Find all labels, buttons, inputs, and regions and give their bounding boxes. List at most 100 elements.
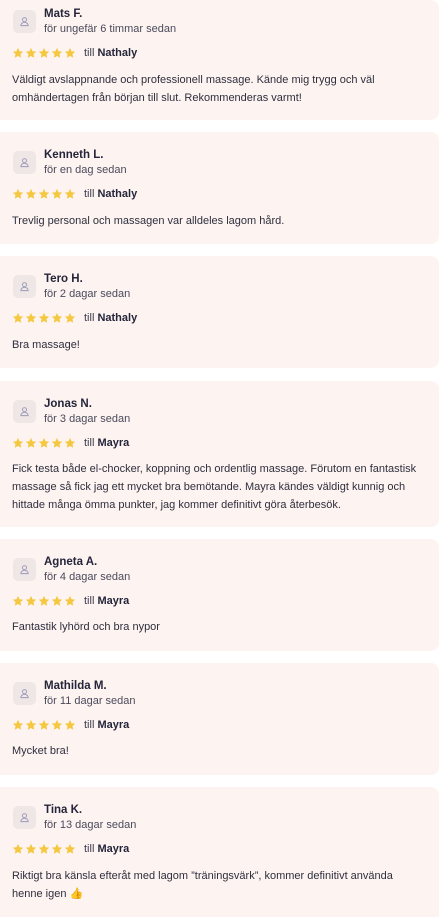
rating-row: till Nathaly [12, 311, 137, 325]
therapist-line: till Nathaly [84, 188, 138, 200]
therapist-name[interactable]: Nathaly [97, 47, 137, 59]
review-text: Trevlig personal och massagen var alldel… [12, 215, 285, 227]
rating-row: till Mayra [12, 594, 129, 608]
therapist-line: till Mayra [84, 843, 130, 855]
star-icon [25, 843, 37, 854]
star-icon [12, 47, 24, 58]
user-icon [20, 158, 29, 168]
user-icon [20, 282, 29, 292]
star-icon [38, 188, 50, 199]
star-icon [25, 719, 37, 730]
star-rating [12, 312, 76, 324]
rating-row: till Mayra [12, 842, 129, 856]
review-text: Fantastik lyhörd och bra nypor [12, 621, 160, 633]
star-icon [25, 437, 37, 448]
reviewer-name: Jonas N. [44, 398, 92, 410]
avatar [13, 682, 36, 705]
star-rating [12, 843, 76, 855]
review-time: för 13 dagar sedan [44, 819, 137, 831]
rating-row: till Mayra [12, 436, 129, 450]
review-card: Tina K. för 13 dagar sedan till Mayra Ri… [0, 787, 439, 917]
star-icon [64, 437, 76, 448]
star-icon [12, 719, 24, 730]
user-icon [20, 689, 29, 699]
star-icon [51, 843, 63, 854]
star-icon [64, 312, 76, 323]
review-text: Mycket bra! [12, 745, 69, 757]
star-icon [64, 595, 76, 606]
review-time: för 2 dagar sedan [44, 288, 131, 300]
review-card: Mathilda M. för 11 dagar sedan till Mayr… [0, 663, 439, 775]
therapist-name[interactable]: Nathaly [97, 312, 137, 324]
review-card: Mats F. för ungefär 6 timmar sedan till … [0, 0, 439, 120]
user-icon [20, 17, 29, 27]
star-rating [12, 595, 76, 607]
star-icon [25, 595, 37, 606]
therapist-name[interactable]: Mayra [97, 595, 129, 607]
review-card: Kenneth L. för en dag sedan till Nathaly… [0, 132, 439, 244]
star-icon [64, 188, 76, 199]
star-icon [51, 312, 63, 323]
star-icon [38, 843, 50, 854]
star-icon [38, 595, 50, 606]
user-icon [20, 813, 29, 823]
avatar [13, 275, 36, 298]
star-icon [12, 437, 24, 448]
star-icon [51, 188, 63, 199]
review-time: för 3 dagar sedan [44, 413, 131, 425]
star-icon [25, 47, 37, 58]
review-card: Agneta A. för 4 dagar sedan till Mayra F… [0, 539, 439, 651]
review-text: Fick testa både el-chocker, koppning och… [12, 463, 417, 511]
star-icon [38, 312, 50, 323]
star-icon [64, 47, 76, 58]
rating-row: till Mayra [12, 718, 129, 732]
avatar [13, 400, 36, 423]
star-icon [64, 719, 76, 730]
review-time: för 4 dagar sedan [44, 571, 131, 583]
star-icon [12, 843, 24, 854]
star-icon [51, 595, 63, 606]
avatar [13, 806, 36, 829]
therapist-name[interactable]: Mayra [97, 843, 129, 855]
therapist-line: till Nathaly [84, 47, 138, 59]
star-rating [12, 719, 76, 731]
avatar [13, 10, 36, 33]
star-icon [25, 312, 37, 323]
star-icon [51, 719, 63, 730]
therapist-line: till Nathaly [84, 312, 138, 324]
avatar [13, 558, 36, 581]
star-icon [12, 188, 24, 199]
user-icon [20, 565, 29, 575]
review-card: Tero H. för 2 dagar sedan till Nathaly B… [0, 256, 439, 368]
review-text: Bra massage! [12, 339, 80, 351]
star-icon [38, 47, 50, 58]
reviewer-name: Mathilda M. [44, 680, 107, 692]
reviewer-name: Mats F. [44, 8, 83, 20]
therapist-name[interactable]: Mayra [97, 437, 129, 449]
therapist-line: till Mayra [84, 437, 130, 449]
star-icon [12, 595, 24, 606]
star-icon [51, 437, 63, 448]
star-rating [12, 437, 76, 449]
star-icon [38, 719, 50, 730]
review-text: Väldigt avslappnande och professionell m… [12, 74, 375, 104]
rating-row: till Nathaly [12, 187, 137, 201]
review-text: Riktigt bra känsla efteråt med lagom ”tr… [12, 870, 393, 900]
star-icon [64, 843, 76, 854]
star-rating [12, 188, 76, 200]
review-time: för en dag sedan [44, 164, 127, 176]
star-rating [12, 47, 76, 59]
reviewer-name: Tero H. [44, 273, 83, 285]
reviewer-name: Tina K. [44, 804, 83, 816]
therapist-name[interactable]: Mayra [97, 719, 129, 731]
avatar [13, 151, 36, 174]
reviews-feed: Mats F. för ungefär 6 timmar sedan till … [0, 0, 439, 917]
star-icon [12, 312, 24, 323]
review-card: Jonas N. för 3 dagar sedan till Mayra Fi… [0, 381, 439, 527]
user-icon [20, 407, 29, 417]
star-icon [38, 437, 50, 448]
review-time: för ungefär 6 timmar sedan [44, 23, 177, 35]
star-icon [51, 47, 63, 58]
star-icon [25, 188, 37, 199]
therapist-name[interactable]: Nathaly [97, 188, 137, 200]
